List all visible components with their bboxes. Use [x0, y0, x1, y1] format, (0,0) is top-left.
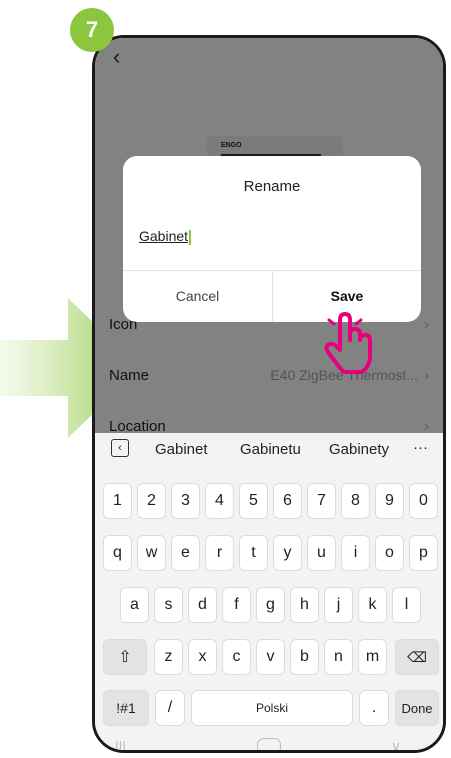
key[interactable]: m	[358, 639, 387, 675]
key[interactable]: d	[188, 587, 217, 623]
key[interactable]: k	[358, 587, 387, 623]
home-icon[interactable]	[257, 738, 281, 750]
symbols-key[interactable]: !#1	[103, 690, 149, 726]
key[interactable]: a	[120, 587, 149, 623]
key[interactable]: x	[188, 639, 217, 675]
shift-icon[interactable]: ⇧	[103, 639, 147, 675]
key[interactable]: n	[324, 639, 353, 675]
space-key[interactable]: Polski	[191, 690, 353, 726]
key[interactable]: y	[273, 535, 302, 571]
key[interactable]: r	[205, 535, 234, 571]
collapse-toolbar-icon[interactable]: ‹	[111, 439, 129, 457]
period-key[interactable]: .	[359, 690, 389, 726]
suggestion-bar: ‹ Gabinet Gabinetu Gabinety ···	[95, 433, 443, 467]
rename-dialog: Rename Gabinet Cancel Save	[123, 156, 421, 322]
suggestion-item[interactable]: Gabinety	[329, 441, 389, 458]
key[interactable]: h	[290, 587, 319, 623]
back-nav-icon[interactable]: ∨	[391, 738, 401, 750]
backspace-icon[interactable]: ⌫	[395, 639, 439, 675]
key[interactable]: w	[137, 535, 166, 571]
key[interactable]: 6	[273, 483, 302, 519]
key[interactable]: 7	[307, 483, 336, 519]
key[interactable]: 3	[171, 483, 200, 519]
key[interactable]: z	[154, 639, 183, 675]
app-screen: ‹ ENGO Icon › Name E40 ZigBee Thermost..…	[95, 38, 443, 750]
key[interactable]: b	[290, 639, 319, 675]
recents-icon[interactable]: |||	[115, 738, 126, 750]
done-key[interactable]: Done	[395, 690, 439, 726]
key[interactable]: l	[392, 587, 421, 623]
key[interactable]: s	[154, 587, 183, 623]
keyboard: ‹ Gabinet Gabinetu Gabinety ··· 12345678…	[95, 433, 443, 750]
key[interactable]: u	[307, 535, 336, 571]
key[interactable]: 5	[239, 483, 268, 519]
key[interactable]: p	[409, 535, 438, 571]
key[interactable]: 1	[103, 483, 132, 519]
phone-frame: ‹ ENGO Icon › Name E40 ZigBee Thermost..…	[92, 35, 446, 753]
key[interactable]: f	[222, 587, 251, 623]
suggestion-item[interactable]: Gabinetu	[240, 441, 301, 458]
key[interactable]: 0	[409, 483, 438, 519]
hand-pointer-icon	[324, 312, 372, 374]
key[interactable]: g	[256, 587, 285, 623]
key[interactable]: e	[171, 535, 200, 571]
system-nav-bar: ||| ∨	[95, 738, 443, 750]
key[interactable]: 2	[137, 483, 166, 519]
key[interactable]: 8	[341, 483, 370, 519]
dialog-title: Rename	[243, 178, 301, 195]
key[interactable]: v	[256, 639, 285, 675]
key[interactable]: o	[375, 535, 404, 571]
name-input-value: Gabinet	[139, 228, 189, 244]
key[interactable]: i	[341, 535, 370, 571]
name-input[interactable]: Gabinet	[139, 228, 192, 245]
suggestion-item[interactable]: Gabinet	[155, 441, 208, 458]
key[interactable]: 9	[375, 483, 404, 519]
step-badge: 7	[70, 8, 114, 52]
key[interactable]: c	[222, 639, 251, 675]
text-cursor	[189, 229, 192, 245]
key[interactable]: j	[324, 587, 353, 623]
key[interactable]: t	[239, 535, 268, 571]
key[interactable]: q	[103, 535, 132, 571]
more-icon[interactable]: ···	[413, 439, 428, 456]
cancel-button[interactable]: Cancel	[123, 270, 272, 322]
key[interactable]: 4	[205, 483, 234, 519]
slash-key[interactable]: /	[155, 690, 185, 726]
